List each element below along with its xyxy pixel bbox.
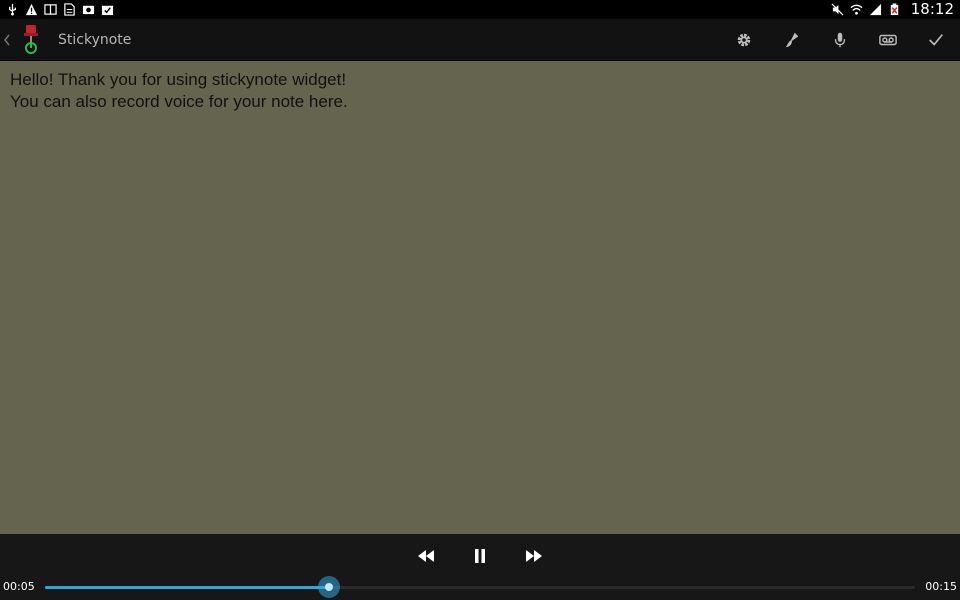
back-chevron-icon[interactable] (0, 19, 14, 61)
rewind-icon[interactable] (413, 543, 439, 569)
seek-bar-fill (45, 586, 330, 589)
total-time: 00:15 (925, 580, 957, 593)
fast-forward-icon[interactable] (521, 543, 547, 569)
screen: 18:12 Stickynote Hello! Thank you for us… (0, 0, 960, 600)
app-pushpin-icon[interactable] (18, 24, 44, 56)
check-icon[interactable] (912, 19, 960, 61)
microphone-icon[interactable] (816, 19, 864, 61)
signal-icon (869, 3, 882, 16)
mute-icon (831, 3, 844, 16)
note-line-1: Hello! Thank you for using stickynote wi… (10, 70, 347, 89)
seek-bar[interactable] (45, 576, 915, 598)
app-title: Stickynote (58, 31, 132, 48)
brush-icon[interactable] (768, 19, 816, 61)
player-controls (0, 542, 960, 570)
current-time: 00:05 (3, 580, 35, 593)
status-bar-left (6, 0, 114, 19)
seek-bar-thumb-core (325, 583, 334, 591)
note-text-area[interactable]: Hello! Thank you for using stickynote wi… (0, 61, 960, 534)
book-icon (44, 3, 57, 16)
status-bar-right: 18:12 (831, 0, 954, 19)
camera-icon (82, 3, 95, 16)
action-bar: Stickynote (0, 19, 960, 61)
action-icons (720, 19, 960, 61)
audio-player: 00:05 00:15 (0, 534, 960, 600)
warning-icon (25, 3, 38, 16)
note-line-2: You can also record voice for your note … (10, 92, 348, 111)
settings-icon[interactable] (720, 19, 768, 61)
check-image-icon (101, 3, 114, 16)
wifi-icon (850, 3, 863, 16)
status-clock: 18:12 (910, 0, 954, 18)
usb-icon (6, 3, 19, 16)
status-bar: 18:12 (0, 0, 960, 19)
document-icon (63, 3, 76, 16)
battery-icon (888, 3, 901, 16)
seek-bar-thumb[interactable] (318, 576, 341, 598)
pause-icon[interactable] (467, 543, 493, 569)
voicemail-icon[interactable] (864, 19, 912, 61)
